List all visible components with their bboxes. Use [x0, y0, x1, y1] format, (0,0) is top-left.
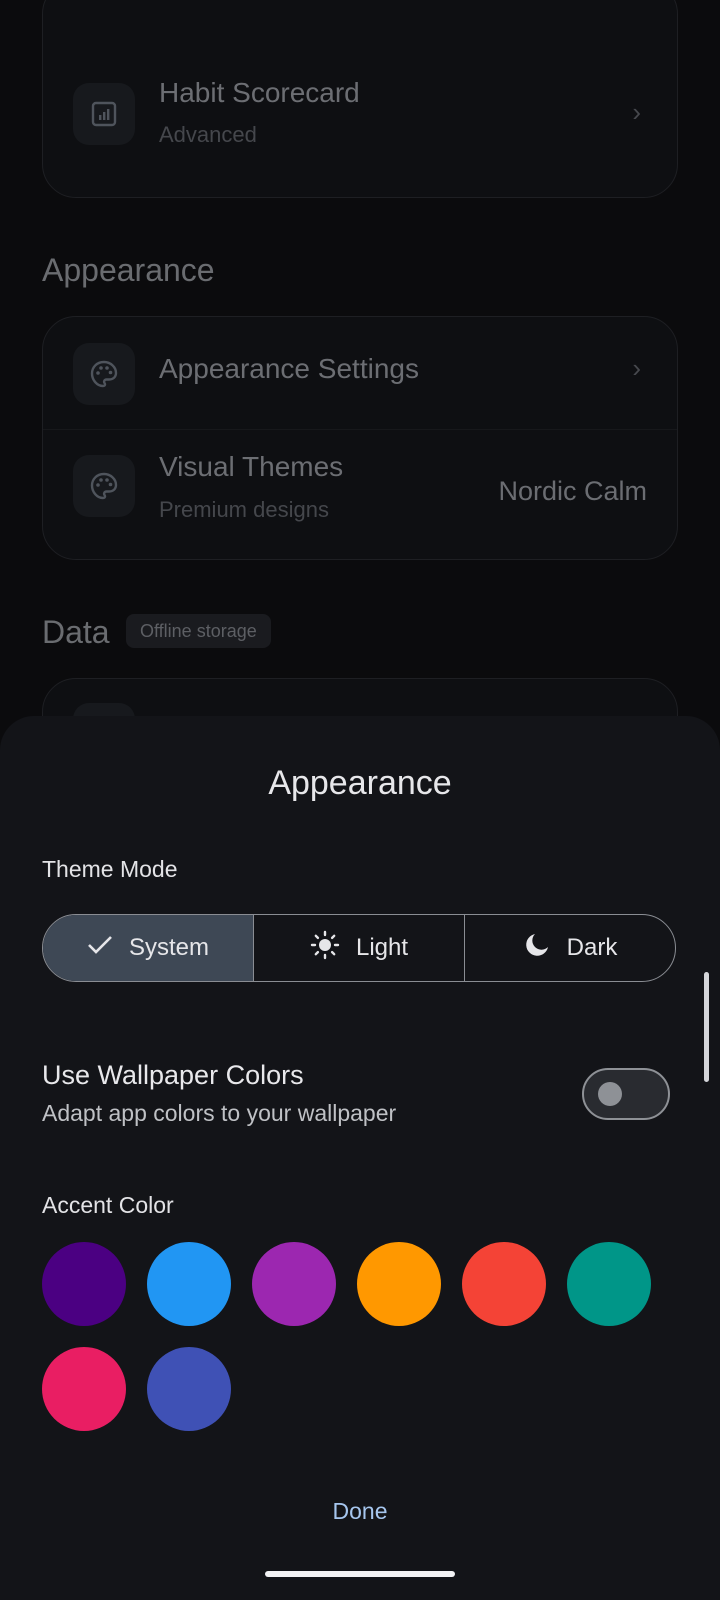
analytics-card: Habit Scorecard Advanced › — [42, 0, 678, 198]
check-icon — [87, 934, 113, 962]
home-indicator[interactable] — [265, 1571, 455, 1577]
wallpaper-colors-toggle[interactable] — [582, 1068, 670, 1120]
appearance-settings-title: Appearance Settings — [159, 353, 419, 384]
chevron-right-icon: › — [632, 353, 641, 383]
accent-swatch[interactable] — [42, 1242, 126, 1326]
theme-option-label: System — [128, 934, 209, 961]
visual-themes-title: Visual Themes — [159, 451, 344, 482]
accent-swatch[interactable] — [567, 1242, 651, 1326]
sun-icon — [310, 930, 340, 967]
palette-icon — [73, 343, 135, 405]
sheet-title: Appearance — [268, 764, 452, 802]
scrollbar[interactable] — [704, 972, 709, 1082]
accent-swatch[interactable] — [462, 1242, 546, 1326]
offline-storage-badge: Offline storage — [126, 614, 271, 648]
toggle-knob — [598, 1082, 622, 1106]
accent-swatch[interactable] — [147, 1242, 231, 1326]
appearance-settings-row[interactable]: Appearance Settings › — [43, 317, 677, 433]
theme-mode-label: Theme Mode — [42, 856, 178, 882]
appearance-card: Appearance Settings › Visual Themes Prem… — [42, 316, 678, 560]
habit-scorecard-subtitle: Advanced — [159, 122, 257, 147]
chart-icon — [73, 83, 135, 145]
theme-option-system[interactable]: System — [43, 915, 254, 981]
accent-swatch[interactable] — [357, 1242, 441, 1326]
habit-scorecard-title: Habit Scorecard — [159, 77, 360, 108]
screen: Habit Scorecard Advanced › Appearance Ap… — [0, 0, 720, 1600]
visual-themes-value: Nordic Calm — [498, 476, 647, 506]
theme-option-dark[interactable]: Dark — [465, 915, 675, 981]
theme-option-label: Dark — [566, 934, 618, 961]
visual-themes-subtitle: Premium designs — [159, 497, 329, 522]
accent-swatch[interactable] — [42, 1347, 126, 1431]
accent-swatch[interactable] — [147, 1347, 231, 1431]
theme-option-light[interactable]: Light — [254, 915, 465, 981]
chevron-right-icon: › — [632, 97, 641, 127]
moon-icon — [523, 931, 551, 966]
wallpaper-colors-title: Use Wallpaper Colors — [42, 1060, 304, 1090]
theme-option-label: Light — [355, 934, 409, 961]
accent-swatch[interactable] — [252, 1242, 336, 1326]
appearance-bottom-sheet: Appearance Theme Mode System Light Dark … — [0, 716, 720, 1600]
section-title-appearance: Appearance — [42, 252, 215, 288]
habit-scorecard-row[interactable]: Habit Scorecard Advanced › — [43, 65, 677, 181]
section-title-data: Data — [42, 614, 110, 650]
done-button[interactable]: Done — [0, 1498, 720, 1525]
accent-color-label: Accent Color — [42, 1192, 174, 1218]
theme-mode-segmented-control: System Light Dark — [42, 914, 676, 982]
visual-themes-row[interactable]: Visual Themes Premium designs Nordic Cal… — [43, 429, 677, 545]
palette-icon — [73, 455, 135, 517]
wallpaper-colors-subtitle: Adapt app colors to your wallpaper — [42, 1100, 397, 1126]
